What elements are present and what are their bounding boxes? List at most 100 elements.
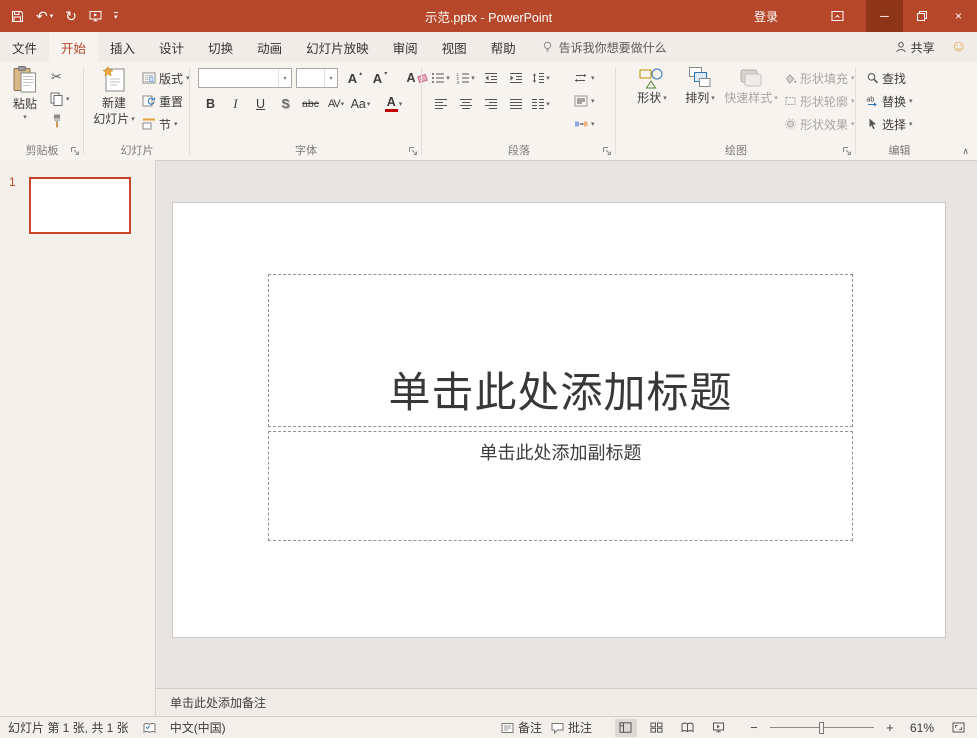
arrange-button[interactable]: 排列 ▾	[678, 66, 722, 105]
tab-transitions[interactable]: 切换	[196, 32, 245, 62]
bullets-button[interactable]: ▾	[428, 68, 453, 88]
tab-slide-show[interactable]: 幻灯片放映	[294, 32, 381, 62]
text-direction-button[interactable]: ▾	[574, 68, 595, 88]
columns-button[interactable]: ▾	[528, 94, 553, 114]
tab-view[interactable]: 视图	[430, 32, 479, 62]
customize-qat-button[interactable]: ▾	[114, 12, 118, 21]
convert-to-smartart-button[interactable]: ▾	[574, 114, 595, 134]
tab-design[interactable]: 设计	[147, 32, 196, 62]
fit-to-window-icon	[952, 722, 965, 733]
tab-review[interactable]: 审阅	[381, 32, 430, 62]
sign-in-button[interactable]: 登录	[754, 8, 778, 25]
italic-button[interactable]: I	[223, 94, 248, 114]
zoom-slider-thumb[interactable]	[819, 722, 824, 734]
undo-dropdown-icon[interactable]: ▾	[50, 13, 54, 20]
tab-animations[interactable]: 动画	[245, 32, 294, 62]
slides-thumbnail-panel[interactable]: 1	[0, 160, 156, 716]
select-button[interactable]: 选择 ▾	[866, 114, 913, 134]
zoom-in-button[interactable]: +	[883, 720, 897, 735]
tab-insert[interactable]: 插入	[98, 32, 147, 62]
line-spacing-button[interactable]: ▾	[528, 68, 553, 88]
shape-outline-button[interactable]: 形状轮廓 ▾	[784, 91, 855, 111]
justify-button[interactable]	[503, 94, 528, 114]
font-color-button[interactable]: A ▾	[381, 94, 406, 114]
start-slideshow-button[interactable]	[89, 10, 102, 22]
zoom-percentage[interactable]: 61%	[910, 721, 934, 735]
cut-button[interactable]: ✂	[51, 67, 62, 87]
save-button[interactable]	[11, 10, 24, 23]
notes-toggle-button[interactable]: 备注	[501, 719, 542, 736]
reading-view-button[interactable]	[677, 719, 699, 737]
shape-effects-button[interactable]: 形状效果 ▾	[784, 114, 855, 134]
section-button[interactable]: 节 ▾	[142, 114, 178, 134]
character-spacing-button[interactable]: AV ▾	[323, 94, 348, 114]
shape-outline-dropdown-icon: ▾	[851, 98, 855, 105]
bold-button[interactable]: B	[198, 94, 223, 114]
zoom-out-button[interactable]: −	[747, 720, 761, 735]
normal-view-button[interactable]	[615, 719, 637, 737]
align-text-button[interactable]: ▾	[574, 91, 595, 111]
tab-home[interactable]: 开始	[49, 32, 98, 62]
shape-fill-button[interactable]: 形状填充 ▾	[784, 68, 855, 88]
tab-file[interactable]: 文件	[0, 32, 49, 62]
svg-text:3: 3	[457, 80, 460, 85]
slide-thumbnail[interactable]	[29, 177, 131, 234]
increase-font-size-button[interactable]: A▴	[342, 68, 367, 88]
underline-button[interactable]: U	[248, 94, 273, 114]
close-button[interactable]: ×	[940, 0, 977, 32]
align-left-button[interactable]	[428, 94, 453, 114]
paragraph-dialog-launcher[interactable]	[602, 146, 612, 156]
find-button[interactable]: 查找	[866, 68, 906, 88]
replace-button[interactable]: ab 替换 ▾	[866, 91, 913, 111]
redo-button[interactable]: ↻	[65, 9, 77, 23]
new-slide-button[interactable]: 新建 幻灯片 ▾	[89, 66, 139, 126]
ribbon-display-options-button[interactable]	[822, 0, 852, 32]
copy-button[interactable]: ▾	[50, 89, 70, 109]
tab-help[interactable]: 帮助	[479, 32, 528, 62]
strikethrough-button[interactable]: abc	[298, 94, 323, 114]
paste-button[interactable]: 粘贴 ▾	[5, 66, 45, 121]
clipboard-dialog-launcher[interactable]	[70, 146, 80, 156]
minimize-button[interactable]: ─	[866, 0, 903, 32]
undo-button[interactable]: ↶ ▾	[36, 9, 53, 23]
format-painter-button[interactable]	[51, 111, 63, 131]
shapes-button[interactable]: 形状 ▾	[630, 66, 674, 105]
align-right-button[interactable]	[478, 94, 503, 114]
collapse-ribbon-button[interactable]: ∧	[962, 146, 969, 157]
slide-sorter-icon	[650, 722, 663, 733]
increase-indent-button[interactable]	[503, 68, 528, 88]
decrease-indent-button[interactable]	[478, 68, 503, 88]
title-placeholder[interactable]: 单击此处添加标题	[268, 274, 853, 427]
subtitle-placeholder[interactable]: 单击此处添加副标题	[268, 431, 853, 541]
slide-sorter-view-button[interactable]	[646, 719, 668, 737]
feedback-smiley-icon[interactable]: ☺	[951, 39, 967, 55]
zoom-slider[interactable]	[770, 721, 874, 735]
tell-me-search[interactable]: 告诉我你想要做什么	[542, 32, 667, 62]
slide[interactable]: 单击此处添加标题 单击此处添加副标题	[172, 202, 946, 638]
text-shadow-button[interactable]: S	[273, 94, 298, 114]
drawing-dialog-launcher[interactable]	[842, 146, 852, 156]
comments-toggle-button[interactable]: 批注	[551, 719, 592, 736]
font-dialog-launcher[interactable]	[408, 146, 418, 156]
font-name-combobox[interactable]: ▾	[198, 68, 292, 88]
replace-label: 替换	[882, 93, 906, 110]
align-center-button[interactable]	[453, 94, 478, 114]
fit-slide-to-window-button[interactable]	[947, 719, 969, 737]
change-case-button[interactable]: Aa ▾	[348, 94, 373, 114]
reset-button[interactable]: 重置	[142, 91, 183, 111]
decrease-font-size-button[interactable]: A▾	[367, 68, 392, 88]
numbering-button[interactable]: 1 2 3 ▾	[453, 68, 478, 88]
quick-styles-button[interactable]: 快速样式 ▾	[722, 66, 780, 105]
share-button[interactable]: 共享	[895, 39, 935, 56]
layout-button[interactable]: 版式 ▾	[142, 68, 190, 88]
font-size-dropdown-icon[interactable]: ▾	[324, 69, 337, 87]
notes-pane[interactable]: 单击此处添加备注	[156, 688, 977, 716]
language-indicator[interactable]: 中文(中国)	[170, 719, 226, 736]
font-name-dropdown-icon[interactable]: ▾	[278, 69, 291, 87]
spell-check-icon[interactable]	[143, 722, 156, 734]
slideshow-view-button[interactable]	[708, 719, 730, 737]
font-size-combobox[interactable]: ▾	[296, 68, 338, 88]
shape-effects-label: 形状效果	[800, 116, 848, 133]
bullets-dropdown-icon: ▾	[446, 75, 450, 82]
restore-button[interactable]	[903, 0, 940, 32]
